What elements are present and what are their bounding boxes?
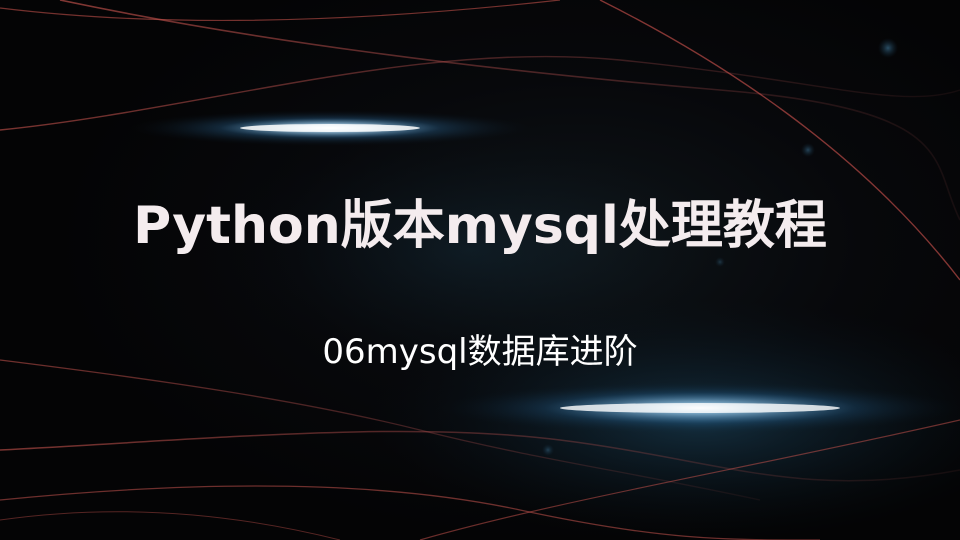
slide-subtitle: 06mysql数据库进阶 [322, 332, 638, 372]
background-light-effects [0, 0, 960, 540]
cover-slide: Python版本mysql处理教程 06mysql数据库进阶 [0, 0, 960, 540]
slide-title: Python版本mysql处理教程 [133, 196, 827, 256]
